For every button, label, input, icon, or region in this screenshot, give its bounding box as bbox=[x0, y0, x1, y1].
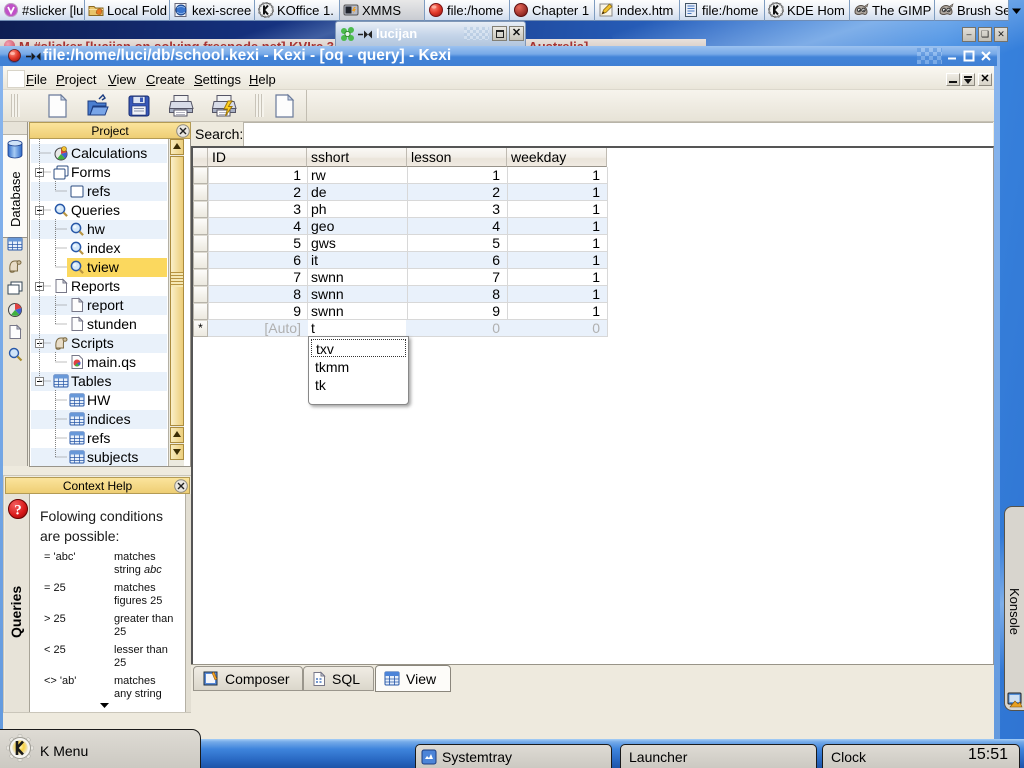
svg-text:?: ? bbox=[14, 503, 22, 519]
